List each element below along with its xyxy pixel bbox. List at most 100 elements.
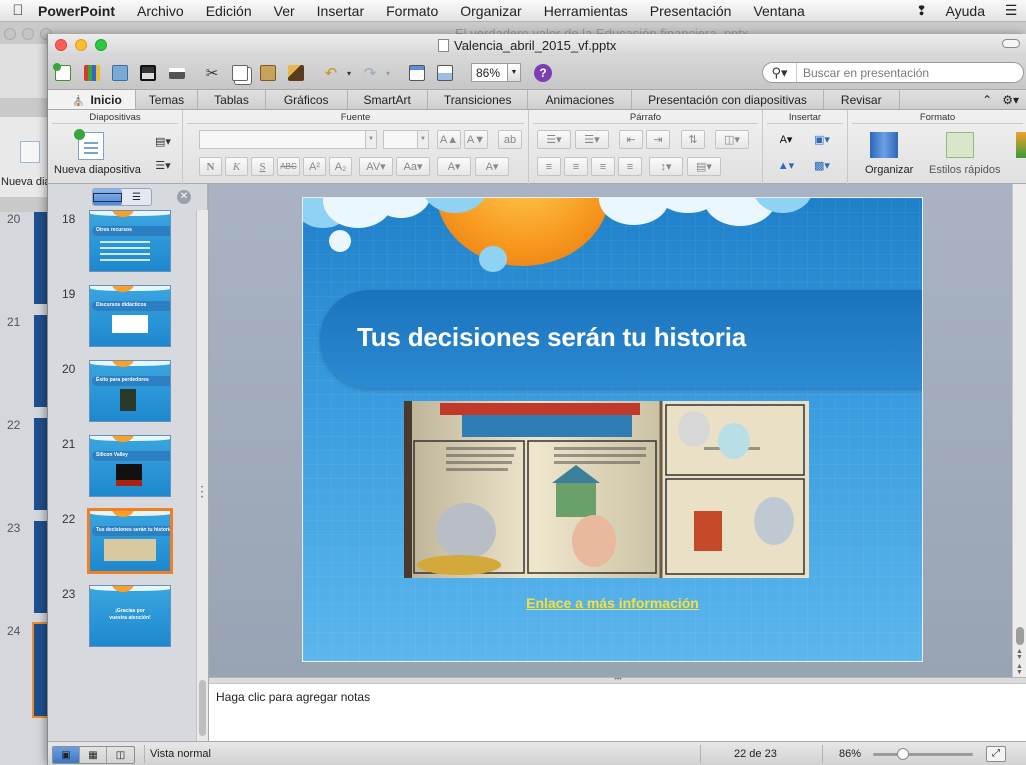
- tab-temas[interactable]: Temas: [136, 90, 199, 109]
- zoom-slider[interactable]: [873, 748, 973, 760]
- zoom-dropdown[interactable]: 86% ▼: [471, 63, 521, 82]
- scroll-up-icon[interactable]: ▲ ▼: [1016, 648, 1023, 661]
- grow-font-icon[interactable]: A▲: [437, 130, 461, 149]
- thumbnail-slide-18[interactable]: 18 Otros recursos: [48, 210, 196, 280]
- strikethrough-icon[interactable]: ABC: [277, 157, 300, 176]
- thumbnail-slide-20[interactable]: 20 Éxito para perdedores: [48, 360, 196, 430]
- tab-animaciones[interactable]: Animaciones: [528, 90, 633, 109]
- columns-icon[interactable]: ◫▾: [715, 130, 749, 149]
- shape-icon[interactable]: ▲▾: [771, 156, 801, 175]
- vertical-align-icon[interactable]: ▤▾: [687, 157, 721, 176]
- thumbnail-slide-22[interactable]: 22 Tus decisiones serán tu historia: [48, 508, 196, 580]
- menu-ver[interactable]: Ver: [263, 3, 306, 19]
- change-case-icon[interactable]: Aa▾: [396, 157, 430, 176]
- script-menu-icon[interactable]: ❢: [909, 3, 935, 19]
- undo-dropdown-icon[interactable]: ▾: [338, 62, 360, 84]
- print-icon[interactable]: [166, 62, 188, 84]
- search-input[interactable]: [797, 65, 997, 80]
- menu-archivo[interactable]: Archivo: [126, 3, 195, 19]
- scroll-down-icon[interactable]: ▲ ▼: [1016, 663, 1023, 676]
- align-right-icon[interactable]: ≡: [591, 157, 615, 176]
- normal-view-icon[interactable]: ▣: [53, 747, 80, 763]
- collapse-ribbon-icon[interactable]: ⌃: [982, 93, 992, 107]
- media-icon[interactable]: ▩▾: [807, 156, 837, 175]
- menu-presentacion[interactable]: Presentación: [639, 3, 743, 19]
- help-icon[interactable]: ?: [534, 64, 552, 82]
- underline-icon[interactable]: S: [251, 157, 274, 176]
- shrink-font-icon[interactable]: A▼: [464, 130, 488, 149]
- new-presentation-icon[interactable]: [52, 62, 74, 84]
- arrange-button[interactable]: Organizar: [865, 164, 913, 176]
- slide-title[interactable]: Tus decisiones serán tu historia: [357, 322, 746, 353]
- text-box-icon[interactable]: A▾: [771, 130, 801, 149]
- picture-icon[interactable]: ▣▾: [807, 130, 837, 149]
- align-center-icon[interactable]: ≡: [564, 157, 588, 176]
- comic-book-image[interactable]: [404, 401, 809, 578]
- superscript-icon[interactable]: A²: [303, 157, 326, 176]
- ribbon-settings-icon[interactable]: ⚙▾: [1002, 93, 1019, 107]
- font-name-field[interactable]: ▼: [199, 130, 377, 149]
- layout-icon[interactable]: ▤▾: [149, 132, 177, 150]
- menu-extras-icon[interactable]: ☰: [996, 2, 1026, 19]
- bg-minimize-button[interactable]: [22, 28, 34, 40]
- menu-insertar[interactable]: Insertar: [306, 3, 375, 19]
- tab-graficos[interactable]: Gráficos: [266, 90, 348, 109]
- open-icon[interactable]: [109, 62, 131, 84]
- font-size-field[interactable]: ▼: [383, 130, 429, 149]
- copy-icon[interactable]: [229, 62, 251, 84]
- format-painter-icon[interactable]: [285, 62, 307, 84]
- line-spacing-icon[interactable]: ↕▾: [649, 157, 683, 176]
- fit-to-window-icon[interactable]: ⤢: [986, 746, 1006, 762]
- close-button[interactable]: [55, 39, 67, 51]
- more-info-link[interactable]: Enlace a más información: [303, 595, 922, 611]
- font-color-icon[interactable]: A▾: [437, 157, 471, 176]
- thumbnail-slide-21[interactable]: 21 Silicon Valley: [48, 435, 196, 505]
- thumbnail-slide-23[interactable]: 23 ¡Gracias por vuestra atención!: [48, 585, 196, 655]
- close-pane-icon[interactable]: ✕: [177, 190, 191, 204]
- bullets-icon[interactable]: ☰▾: [537, 130, 571, 149]
- outline-view-icon[interactable]: ☰: [122, 189, 151, 205]
- notes-pane[interactable]: Haga clic para agregar notas: [209, 683, 1026, 741]
- slide-scrollbar[interactable]: ▲ ▼ ▲ ▼: [1012, 184, 1026, 677]
- slides-view-icon[interactable]: [93, 189, 122, 205]
- new-slide-icon[interactable]: [74, 129, 104, 160]
- splitter-grip-icon[interactable]: • • •: [201, 485, 205, 501]
- tab-revisar[interactable]: Revisar: [824, 90, 900, 109]
- tab-presentacion[interactable]: Presentación con diapositivas: [632, 90, 824, 109]
- zoom-slider-thumb[interactable]: [897, 748, 909, 760]
- increase-indent-icon[interactable]: ⇥: [646, 130, 670, 149]
- decrease-indent-icon[interactable]: ⇤: [619, 130, 643, 149]
- minimize-button[interactable]: [75, 39, 87, 51]
- menu-organizar[interactable]: Organizar: [449, 3, 532, 19]
- tab-smartart[interactable]: SmartArt: [348, 90, 428, 109]
- arrange-icon[interactable]: [870, 132, 898, 158]
- menu-ayuda[interactable]: Ayuda: [935, 3, 996, 19]
- bg-close-button[interactable]: [4, 28, 16, 40]
- menu-app-name[interactable]: PowerPoint: [36, 3, 126, 19]
- thumbnails-scrollbar[interactable]: [196, 210, 208, 741]
- cut-icon[interactable]: ✂: [201, 62, 223, 84]
- more-format-icon[interactable]: [1016, 132, 1026, 158]
- toolbar-toggle-button[interactable]: [1002, 39, 1020, 48]
- section-icon[interactable]: ☰▾: [149, 156, 177, 174]
- save-icon[interactable]: [137, 62, 159, 84]
- paste-icon[interactable]: [257, 62, 279, 84]
- bg-new-slide-button[interactable]: Nueva diapositiva: [0, 117, 50, 197]
- slide[interactable]: Tus decisiones serán tu historia Enlace …: [302, 197, 923, 662]
- subscript-icon[interactable]: A₂: [329, 157, 352, 176]
- quick-styles-icon[interactable]: [946, 132, 974, 158]
- numbering-icon[interactable]: ☰▾: [575, 130, 609, 149]
- align-left-icon[interactable]: ≡: [537, 157, 561, 176]
- text-direction-icon[interactable]: ⇅: [681, 130, 705, 149]
- thumbnail-slide-19[interactable]: 19 Discursos didácticos: [48, 285, 196, 355]
- clear-format-icon[interactable]: ab: [498, 130, 522, 149]
- new-slide-button[interactable]: Nueva diapositiva: [54, 164, 141, 176]
- apple-menu-icon[interactable]: : [0, 2, 36, 19]
- slide-sorter-icon[interactable]: ▦: [80, 747, 107, 763]
- tab-tablas[interactable]: Tablas: [198, 90, 266, 109]
- menu-herramientas[interactable]: Herramientas: [533, 3, 639, 19]
- bold-icon[interactable]: N: [199, 157, 222, 176]
- show-slides-icon[interactable]: [406, 62, 428, 84]
- scroll-thumb[interactable]: [1016, 627, 1024, 645]
- justify-icon[interactable]: ≡: [618, 157, 642, 176]
